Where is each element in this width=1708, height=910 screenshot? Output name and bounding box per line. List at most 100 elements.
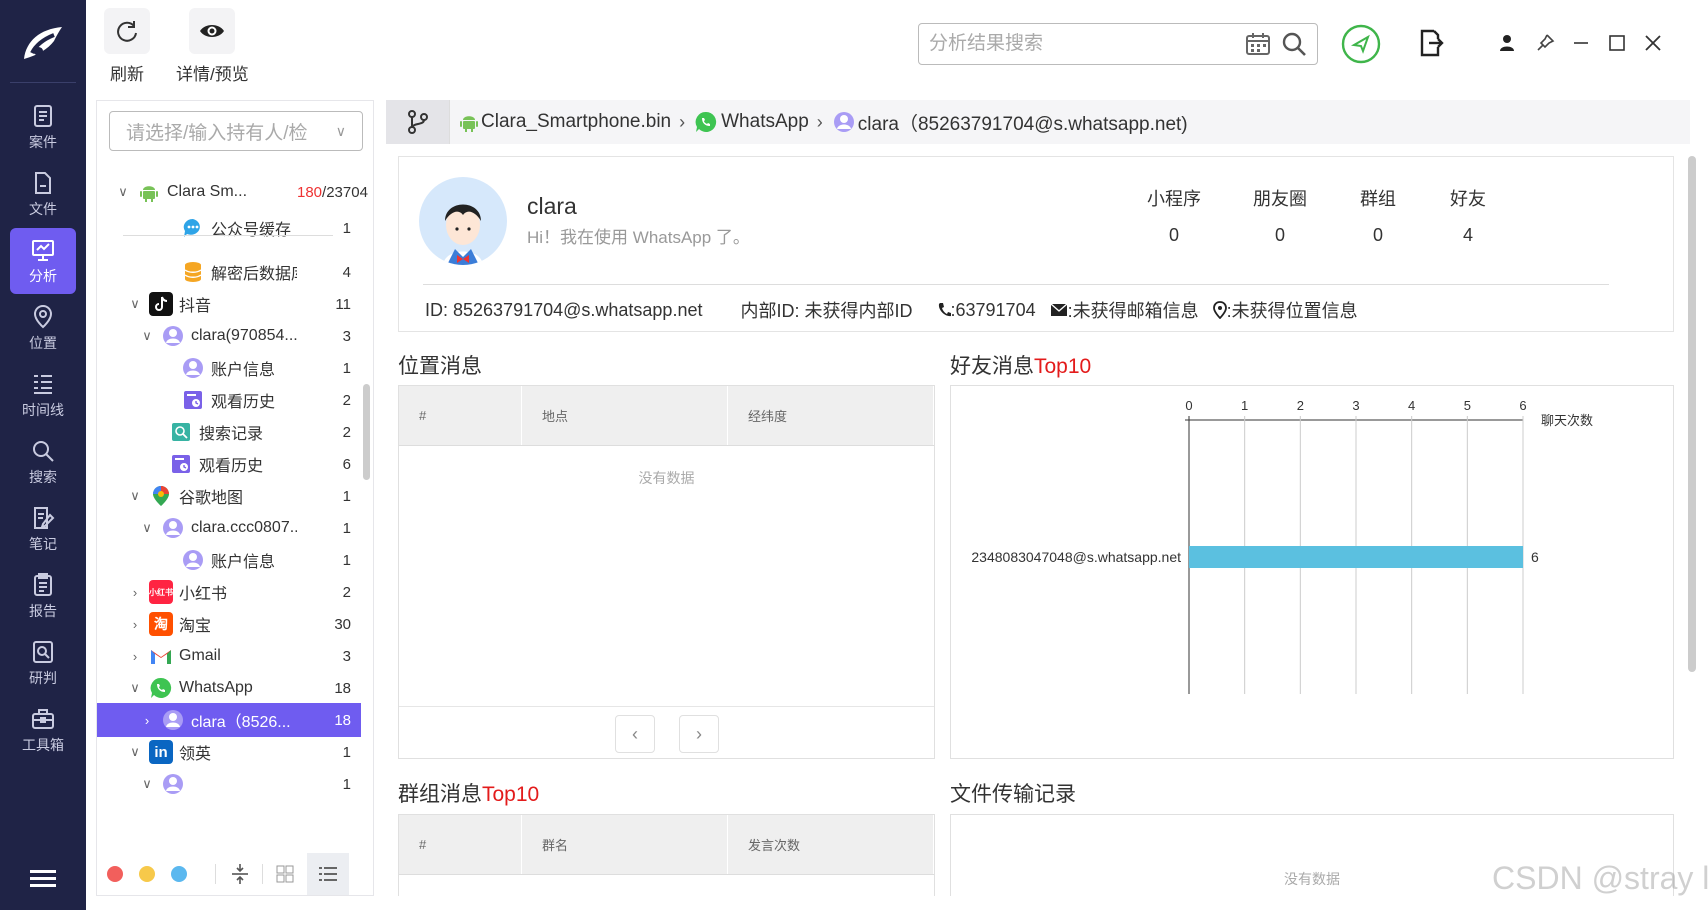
group-col-name[interactable]: 群名: [522, 815, 728, 874]
chevron-down-icon[interactable]: ∨: [127, 744, 143, 760]
profile-stat[interactable]: 朋友圈 0: [1235, 185, 1325, 246]
grid-view-icon[interactable]: [275, 864, 295, 884]
location-table-header: # 地点 经纬度: [399, 386, 934, 446]
tree-node[interactable]: ∨ Clara Sm... 180/23704: [97, 175, 368, 209]
crumb-device[interactable]: Clara_Smartphone.bin ›: [460, 111, 685, 133]
user-button[interactable]: [1492, 28, 1522, 58]
next-page-button[interactable]: ›: [679, 715, 719, 753]
rail-item-location[interactable]: 位置: [10, 295, 76, 361]
tree-node[interactable]: 观看历史 2: [97, 383, 361, 417]
crumb-app[interactable]: WhatsApp ›: [695, 111, 823, 133]
rail-item-toolbox[interactable]: 工具箱: [10, 697, 76, 763]
tree-node[interactable]: 账户信息 1: [97, 543, 361, 577]
chevron-down-icon[interactable]: ∨: [127, 296, 143, 312]
rail-item-judge[interactable]: 研判: [10, 630, 76, 696]
prev-page-button[interactable]: ‹: [615, 715, 655, 753]
tree-node[interactable]: ∨ 1: [97, 767, 361, 801]
tree-node[interactable]: 观看历史 6: [97, 447, 361, 481]
chart-category-label: 2348083047048@s.whatsapp.net: [971, 549, 1181, 565]
maximize-button[interactable]: [1602, 28, 1632, 58]
collapse-icon[interactable]: [230, 862, 250, 886]
chevron-down-icon[interactable]: ∨: [139, 328, 155, 344]
tree-scrollbar[interactable]: [363, 384, 370, 480]
chevron-down-icon[interactable]: ∨: [139, 776, 155, 792]
crumb-account[interactable]: clara（85263791704@s.whatsapp.net): [833, 109, 1188, 136]
location-icon: [33, 304, 53, 328]
android-icon: [460, 116, 478, 132]
result-search-box[interactable]: [918, 23, 1318, 65]
tree-node[interactable]: 账户信息 1: [97, 351, 361, 385]
branch-button[interactable]: [386, 100, 450, 144]
list-view-button[interactable]: [307, 853, 349, 895]
menu-icon[interactable]: [30, 870, 56, 892]
tree-node[interactable]: › clara（8526... 18: [97, 703, 361, 737]
breadcrumb: Clara_Smartphone.bin › WhatsApp › clara（…: [386, 100, 1690, 144]
chevron-right-icon[interactable]: ›: [127, 649, 143, 664]
profile-stat[interactable]: 好友 4: [1423, 185, 1513, 246]
location-col-coords[interactable]: 经纬度: [728, 386, 934, 445]
tree-node[interactable]: ∨ 抖音 11: [97, 287, 361, 321]
location-empty-text: 没有数据: [638, 470, 695, 486]
chevron-down-icon[interactable]: ∨: [139, 520, 155, 536]
blue-dot-icon[interactable]: [171, 866, 187, 882]
refresh-button[interactable]: 刷新: [104, 8, 150, 85]
minimize-button[interactable]: [1566, 28, 1596, 58]
tree-node[interactable]: 搜索记录 2: [97, 415, 361, 449]
group-col-count[interactable]: 发言次数: [728, 815, 934, 874]
profile-stat[interactable]: 群组 0: [1333, 185, 1423, 246]
rail-item-note[interactable]: 笔记: [10, 496, 76, 562]
tree-node[interactable]: ∨ 谷歌地图 1: [97, 479, 361, 513]
chevron-down-icon[interactable]: ∨: [127, 488, 143, 504]
status-button[interactable]: [1341, 24, 1381, 64]
rail-item-timeline[interactable]: 时间线: [10, 362, 76, 428]
rocket-status-icon: [1341, 24, 1381, 64]
rail-item-analysis[interactable]: 分析: [10, 228, 76, 294]
tree-node-count: 2: [342, 423, 351, 441]
location-col-index[interactable]: #: [399, 386, 522, 445]
tree-node[interactable]: ∨ in 领英 1: [97, 735, 361, 769]
chart-tick-label: 4: [1408, 398, 1415, 413]
tree-node[interactable]: ∨ clara(970854... 3: [97, 319, 361, 353]
export-button[interactable]: [1416, 28, 1446, 58]
chevron-down-icon[interactable]: ∨: [127, 680, 143, 696]
calendar-icon[interactable]: [1245, 32, 1271, 56]
chevron-right-icon[interactable]: ›: [127, 617, 143, 632]
profile-stat[interactable]: 小程序 0: [1129, 185, 1219, 246]
rail-item-search[interactable]: 搜索: [10, 429, 76, 495]
tree-node[interactable]: ∨ clara.ccc0807... 1: [97, 511, 361, 545]
chevron-right-icon: ›: [696, 723, 702, 744]
tree-node-count: 3: [342, 327, 351, 345]
search-icon[interactable]: [1281, 31, 1307, 57]
tree-node[interactable]: 解密后数据库 4: [97, 255, 361, 289]
rail-item-report[interactable]: 报告: [10, 563, 76, 629]
google-maps-icon: [149, 484, 173, 508]
tree-node[interactable]: › Gmail 3: [97, 639, 361, 673]
rail-item-file[interactable]: 文件: [10, 161, 76, 227]
yellow-dot-icon[interactable]: [139, 866, 155, 882]
group-col-index[interactable]: #: [399, 815, 522, 874]
holder-select[interactable]: 请选择/输入持有人/检 ∨: [109, 111, 363, 151]
location-col-place[interactable]: 地点: [522, 386, 728, 445]
profile-id: ID: 85263791704@s.whatsapp.net: [425, 299, 703, 320]
result-search-input[interactable]: [929, 33, 1245, 55]
maximize-icon: [1609, 35, 1625, 51]
tree-node-label: 小红书: [179, 586, 228, 603]
chart-tick-label: 1: [1241, 398, 1248, 413]
linkedin-icon: in: [149, 740, 173, 764]
rail-item-label: 研判: [29, 669, 57, 686]
main-scrollbar[interactable]: [1688, 156, 1696, 672]
pin-button[interactable]: [1530, 28, 1560, 58]
tree-node[interactable]: › 淘淘宝 30: [97, 607, 361, 641]
chevron-down-icon[interactable]: ∨: [115, 184, 131, 200]
tree-node[interactable]: 公众号缓存 1: [97, 211, 361, 245]
tree-node[interactable]: › 小红书 小红书 2: [97, 575, 361, 609]
timeline-icon: [34, 374, 52, 394]
rail-item-case[interactable]: 案件: [10, 94, 76, 160]
chevron-right-icon[interactable]: ›: [127, 585, 143, 600]
tree-node[interactable]: ∨ WhatsApp 18: [97, 671, 361, 705]
close-button[interactable]: [1638, 28, 1668, 58]
refresh-icon: [117, 21, 137, 42]
chevron-right-icon[interactable]: ›: [139, 713, 155, 728]
detail-preview-button[interactable]: 详情/预览: [176, 8, 249, 85]
red-dot-icon[interactable]: [107, 866, 123, 882]
